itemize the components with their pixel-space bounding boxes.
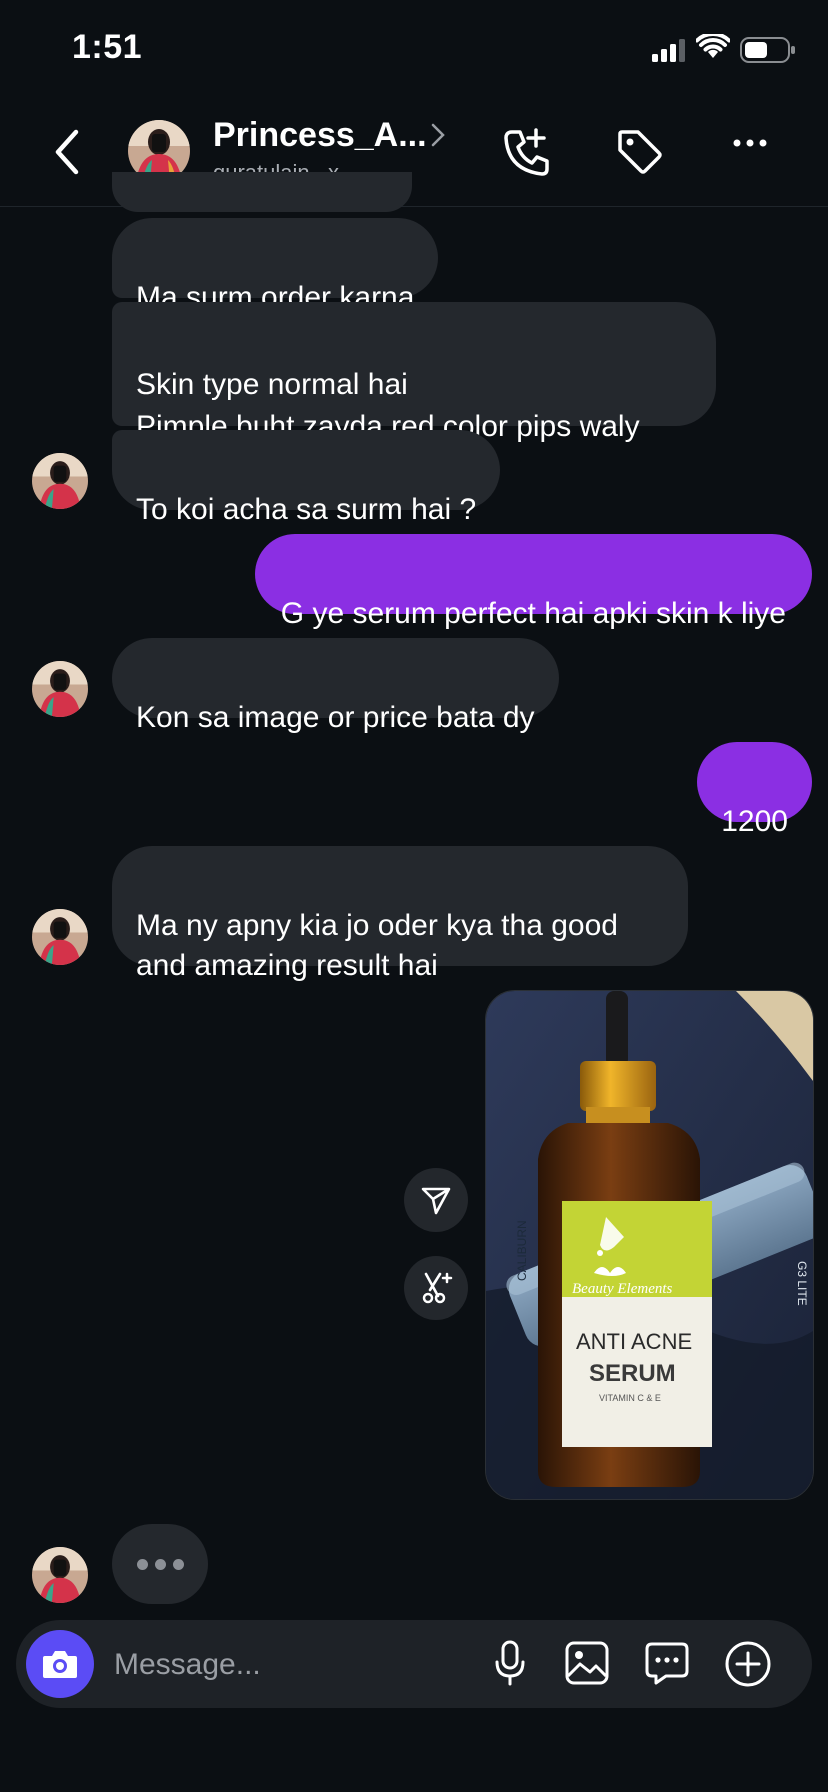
- status-bar: 1:51: [0, 0, 828, 100]
- gallery-icon[interactable]: [564, 1640, 610, 1686]
- message-bubble-incoming[interactable]: Kon sa image or price bata dy: [112, 638, 559, 734]
- message-bubble-incoming[interactable]: To koi acha sa surm hai ?: [112, 430, 501, 526]
- battery-icon: [740, 37, 795, 63]
- message-bubble-incoming[interactable]: Ma ny apny kia jo oder kya tha good and …: [112, 846, 688, 982]
- add-call-icon[interactable]: [502, 126, 550, 178]
- ai-edit-button[interactable]: [404, 1256, 468, 1320]
- plus-icon[interactable]: [724, 1640, 772, 1688]
- ai-edit-icon: [422, 1272, 453, 1304]
- message-text: Kon sa image or price bata dy: [136, 701, 535, 734]
- device-text: CALIBURN: [515, 1220, 529, 1281]
- message-bubble-outgoing[interactable]: 1200: [697, 742, 812, 838]
- more-icon[interactable]: [732, 138, 768, 148]
- sticker-icon[interactable]: [644, 1640, 690, 1686]
- contact-avatar-small[interactable]: [32, 909, 88, 965]
- typing-indicator: [112, 1524, 208, 1604]
- label-line2: SERUM: [589, 1360, 676, 1387]
- status-time: 1:51: [72, 28, 143, 66]
- label-line3: VITAMIN C & E: [599, 1393, 661, 1403]
- device-text-2: G3 LITE: [795, 1261, 809, 1306]
- typing-dot: [172, 1558, 184, 1570]
- share-icon: [421, 1187, 451, 1215]
- microphone-icon[interactable]: [494, 1640, 526, 1688]
- message-bubble-incoming[interactable]: Ma surm order karna: [112, 218, 439, 314]
- camera-button[interactable]: [26, 1630, 94, 1698]
- wifi-icon: [696, 34, 730, 58]
- serum-bottle-image: CALIBURN G3 LITE Beauty Elements ANTI AC…: [486, 991, 813, 1499]
- contact-avatar-small[interactable]: [32, 453, 88, 509]
- typing-dot: [154, 1558, 166, 1570]
- message-composer: [16, 1620, 812, 1708]
- label-line1: ANTI ACNE: [576, 1329, 692, 1354]
- message-bubble-outgoing[interactable]: G ye serum perfect hai apki skin k liye: [254, 534, 812, 630]
- photo-message[interactable]: CALIBURN G3 LITE Beauty Elements ANTI AC…: [485, 990, 814, 1500]
- typing-dot: [136, 1558, 148, 1570]
- contact-name[interactable]: Princess_A...: [213, 116, 427, 155]
- message-bubble-incoming[interactable]: Skin type normal hai Pimple buht zayda r…: [112, 302, 716, 443]
- message-text: G ye serum perfect hai apki skin k liye: [280, 597, 786, 630]
- message-text: To koi acha sa surm hai ?: [136, 493, 477, 526]
- brand-text: Beauty Elements: [572, 1281, 673, 1297]
- share-button[interactable]: [404, 1168, 468, 1232]
- chevron-right-icon[interactable]: [430, 122, 446, 148]
- contact-avatar-small[interactable]: [32, 1547, 88, 1603]
- message-bubble-partial: [112, 172, 412, 212]
- camera-icon: [43, 1651, 77, 1678]
- tag-icon[interactable]: [614, 126, 664, 176]
- cellular-signal-icon: [652, 39, 685, 62]
- back-arrow-icon[interactable]: [52, 128, 82, 176]
- message-input[interactable]: [112, 1634, 476, 1696]
- message-text: Ma ny apny kia jo oder kya tha good and …: [136, 909, 618, 982]
- message-text: 1200: [721, 805, 788, 838]
- contact-avatar-small[interactable]: [32, 661, 88, 717]
